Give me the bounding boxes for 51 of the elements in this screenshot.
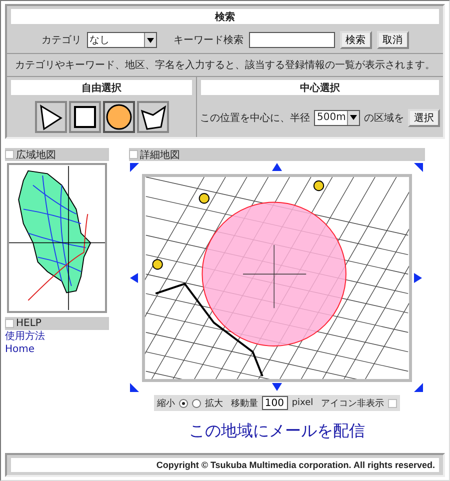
- street-map-drawing[interactable]: [142, 174, 412, 382]
- radio-button[interactable]: [192, 398, 201, 408]
- checkbox-label: アイコン非表示: [321, 398, 384, 410]
- circle-icon: [104, 103, 132, 131]
- radio-button[interactable]: [178, 398, 188, 408]
- checkbox[interactable]: [5, 150, 14, 159]
- tool-button[interactable]: [34, 101, 66, 133]
- header-text: 詳細地図: [140, 148, 180, 162]
- keyword-field[interactable]: [248, 32, 334, 48]
- region-map-drawing[interactable]: [7, 163, 107, 313]
- tool-button[interactable]: [136, 101, 168, 133]
- description-text: カテゴリやキーワード、地区、字名を入力すると、該当する登録情報の一覧が表示されます。: [7, 54, 443, 77]
- radius-select[interactable]: 500m: [314, 110, 360, 126]
- tool-button[interactable]: [102, 101, 134, 133]
- pan-arrow-icon[interactable]: [130, 163, 140, 173]
- dropdown-caret[interactable]: [347, 110, 359, 124]
- select-button[interactable]: 選択: [408, 108, 440, 126]
- polygon-icon: [138, 103, 166, 131]
- caret-icon: [146, 38, 154, 42]
- area-label: の区域を: [364, 112, 404, 124]
- pan-arrow-icon[interactable]: [414, 163, 424, 173]
- unit-label: pixel: [292, 398, 314, 408]
- field-label: 移動量: [230, 398, 258, 410]
- form-button[interactable]: 取消: [376, 31, 408, 49]
- category-select[interactable]: なし: [86, 32, 156, 48]
- radius-label: この位置を中心に、半径: [200, 112, 310, 124]
- step-field[interactable]: 100: [262, 396, 288, 410]
- tool-button[interactable]: [68, 101, 100, 133]
- mail-link[interactable]: この地域にメールを配信: [189, 421, 365, 442]
- header-text: 広域地図: [16, 148, 56, 162]
- radio-label: 拡大: [204, 398, 223, 410]
- checkbox[interactable]: [129, 150, 138, 159]
- caret-icon: [350, 115, 357, 120]
- section-title: 検索: [11, 9, 439, 24]
- help-link[interactable]: 使用方法: [5, 330, 109, 343]
- radio-label: 縮小: [156, 398, 175, 410]
- checkbox[interactable]: [5, 319, 14, 328]
- header-text: HELP: [16, 318, 42, 329]
- checkbox[interactable]: [388, 398, 398, 408]
- field-label: カテゴリ: [42, 34, 82, 47]
- dropdown-caret[interactable]: [144, 33, 156, 47]
- help-link[interactable]: Home: [5, 343, 109, 356]
- form-button[interactable]: 検索: [340, 31, 372, 49]
- copyright-text: Copyright © Tsukuba Multimedia corporation. All rights reserved.: [11, 458, 439, 472]
- pan-right-icon[interactable]: [414, 273, 424, 283]
- section-title: 自由選択: [11, 80, 192, 95]
- field-label: キーワード検索: [174, 34, 244, 47]
- pan-arrow-icon[interactable]: [414, 383, 424, 393]
- pan-left-icon[interactable]: [130, 273, 140, 283]
- pan-arrow-icon[interactable]: [130, 383, 140, 393]
- section-title: 中心選択: [201, 80, 439, 95]
